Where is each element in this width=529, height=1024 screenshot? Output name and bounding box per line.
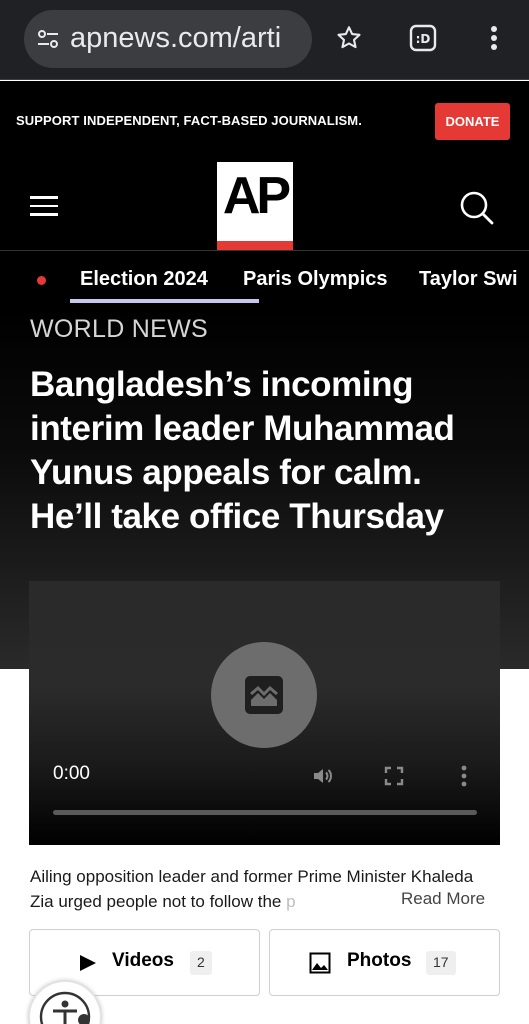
videos-label: Videos (112, 950, 174, 971)
video-more-icon[interactable] (451, 763, 477, 789)
search-icon[interactable] (458, 189, 494, 225)
nav-item-election-2024[interactable]: Election 2024 (80, 268, 208, 291)
section-label[interactable]: WORLD NEWS (30, 315, 208, 344)
support-banner-text: SUPPORT INDEPENDENT, FACT-BASED JOURNALI… (16, 113, 362, 128)
tab-switcher-icon[interactable]: :D (405, 18, 441, 58)
read-more-link[interactable]: Read More (399, 889, 486, 909)
volume-icon[interactable] (310, 763, 336, 789)
videos-count: 2 (190, 951, 212, 975)
play-icon (76, 952, 98, 974)
live-dot-icon (37, 276, 46, 285)
donate-button[interactable]: DONATE (435, 103, 510, 140)
url-text[interactable]: apnews.com/arti (70, 22, 281, 55)
tune-icon[interactable] (36, 27, 60, 51)
video-player[interactable]: 0:00 (29, 581, 500, 845)
accessibility-button[interactable] (28, 980, 102, 1024)
nav-item-paris-olympics[interactable]: Paris Olympics (243, 268, 388, 291)
nav-item-taylor-swift[interactable]: Taylor Swi (419, 268, 518, 291)
video-progress-bar[interactable] (53, 810, 477, 815)
more-vert-icon[interactable] (476, 18, 512, 58)
image-icon (309, 952, 331, 974)
hamburger-menu-icon[interactable] (30, 196, 58, 218)
broken-image-icon[interactable] (211, 642, 317, 748)
photos-count: 17 (426, 951, 456, 975)
video-time: 0:00 (53, 763, 90, 784)
svg-text::D: :D (416, 32, 431, 46)
address-bar[interactable]: apnews.com/arti (24, 10, 312, 68)
ap-logo[interactable]: AP (217, 162, 293, 250)
active-tab-indicator (70, 299, 259, 303)
topic-nav: Election 2024 Paris Olympics Taylor Swi (0, 251, 529, 307)
photos-button[interactable]: Photos 17 (269, 929, 500, 996)
star-icon[interactable] (331, 18, 367, 58)
photos-label: Photos (347, 950, 412, 971)
browser-toolbar: apnews.com/arti :D (0, 0, 529, 80)
article-headline: Bangladesh’s incoming interim leader Muh… (30, 365, 455, 536)
fullscreen-icon[interactable] (381, 763, 407, 789)
